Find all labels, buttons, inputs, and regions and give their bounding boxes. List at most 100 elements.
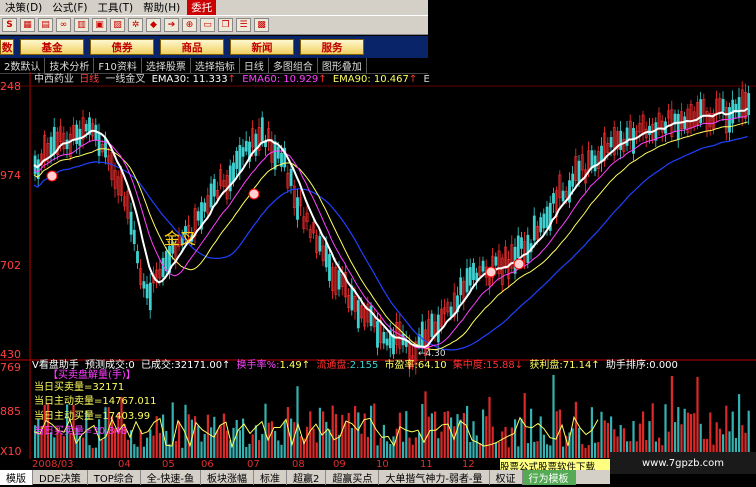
volume-bar	[482, 409, 485, 458]
price-label-3: 702	[0, 259, 21, 272]
volume-bar	[430, 413, 433, 458]
nav-news[interactable]: 新闻	[230, 39, 294, 55]
template-tab[interactable]: DDE决策	[33, 469, 88, 485]
list-icon[interactable]: ☰	[236, 18, 251, 32]
template-bar: 模版 DDE决策 TOP综合 全-快速-鱼 板块涨幅 标准 超赢2 超赢买点 大…	[0, 469, 610, 485]
kline-chart[interactable]: 中西药业 日线 一线金叉 EMA30: 11.333↑ EMA60: 10.92…	[0, 72, 756, 459]
func-daily[interactable]: 日线	[240, 58, 269, 73]
candlestick-series	[33, 81, 751, 377]
s-logo-icon[interactable]: S	[2, 18, 17, 32]
ruler-icon[interactable]: ▭	[200, 18, 215, 32]
volume-bar	[392, 436, 395, 458]
volume-bar	[59, 433, 62, 458]
volume-bar	[69, 433, 72, 458]
volume-bar	[261, 433, 264, 458]
price-label-bottom: 430	[0, 348, 21, 361]
gear-icon[interactable]: ✲	[128, 18, 143, 32]
diamond-icon[interactable]: ◆	[146, 18, 161, 32]
func-f10[interactable]: F10资料	[94, 58, 142, 73]
volume-bar	[171, 402, 174, 458]
func-select-indicator[interactable]: 选择指标	[191, 58, 240, 73]
volume-bar	[590, 407, 593, 458]
volume-bar	[62, 436, 65, 458]
zoom-icon[interactable]: ⊕	[182, 18, 197, 32]
candle	[232, 162, 235, 183]
volume-bar	[517, 446, 520, 458]
volume-bar	[146, 437, 149, 458]
time-label: 08	[292, 459, 305, 470]
window-icon[interactable]: ❐	[218, 18, 233, 32]
template-tab[interactable]: 超赢2	[287, 469, 327, 485]
nav-bond[interactable]: 债券	[90, 39, 154, 55]
volume-bar	[411, 444, 414, 458]
binoculars-icon[interactable]: ∞	[56, 18, 71, 32]
volume-bar	[181, 447, 184, 458]
volume-bar	[581, 443, 584, 458]
candle	[459, 277, 463, 296]
trade-button[interactable]: 委托	[187, 0, 217, 15]
template-tab[interactable]: 全-快速-鱼	[141, 469, 201, 485]
func-tech[interactable]: 技术分析	[45, 58, 95, 73]
arrow-icon[interactable]: ➔	[164, 18, 179, 32]
volume-bar	[312, 428, 315, 458]
nav-fund[interactable]: 基金	[20, 39, 84, 55]
volume-bar	[277, 440, 280, 458]
volume-bar	[651, 403, 654, 458]
candle	[337, 270, 341, 290]
nav-service[interactable]: 服务	[300, 39, 364, 55]
menu-help[interactable]: 帮助(H)	[138, 0, 185, 15]
grid-icon[interactable]: ▦	[20, 18, 35, 32]
candle	[449, 306, 453, 317]
volume-bar	[434, 411, 437, 458]
volume-bar	[574, 401, 577, 458]
menu-decision[interactable]: 决策(D)	[0, 0, 47, 15]
volume-bar	[443, 411, 446, 458]
time-label: 10	[376, 459, 389, 470]
candle	[212, 179, 216, 197]
func-multi[interactable]: 多图组合	[269, 58, 318, 73]
low-price-label: ←4.30	[418, 349, 446, 359]
volume-bar	[203, 433, 206, 458]
chart-icon[interactable]: ▤	[38, 18, 53, 32]
func-select-stock[interactable]: 选择股票	[142, 58, 191, 73]
candle	[561, 190, 565, 202]
template-tab[interactable]: 标准	[254, 469, 287, 485]
volume-bar	[738, 394, 741, 458]
template-tab[interactable]: 权证	[490, 469, 523, 485]
template-tab[interactable]: 超赢买点	[326, 469, 380, 485]
volume-legend-2: 当日主动卖量=14767.011	[34, 394, 156, 407]
menu-formula[interactable]: 公式(F)	[47, 0, 92, 15]
volume-bar	[245, 446, 248, 458]
volume-bar	[587, 445, 590, 458]
func-overlay[interactable]: 图形叠加	[318, 58, 367, 73]
candle	[289, 168, 293, 187]
template-tab[interactable]: 大单揩气神力-弱者-量	[379, 469, 490, 485]
panel-icon[interactable]: ▩	[254, 18, 269, 32]
candle	[136, 251, 139, 264]
indicator-label: 一线金叉	[105, 72, 145, 85]
template-tab[interactable]: 模版	[0, 469, 33, 485]
nav-commodity[interactable]: 商品	[160, 39, 224, 55]
volume-bar	[152, 435, 155, 458]
candle	[84, 123, 88, 132]
volume-bar	[558, 409, 561, 458]
volume-bar	[53, 437, 56, 458]
template-tab[interactable]: TOP综合	[88, 469, 141, 485]
volume-bar	[379, 437, 382, 458]
chart-type-icon[interactable]: ▨	[110, 18, 125, 32]
menu-tools[interactable]: 工具(T)	[93, 0, 139, 15]
template-tab[interactable]: 板块涨幅	[201, 469, 254, 485]
gold-cross-label: 金叉	[164, 229, 196, 248]
ad-banner[interactable]: 股票公式股票软件下载	[500, 459, 610, 470]
func-default[interactable]: 2数默认	[0, 58, 46, 73]
template-tab[interactable]: 行为模板	[522, 469, 576, 485]
volume-bar	[222, 413, 225, 458]
nav-quote[interactable]: 数	[0, 39, 14, 55]
tile-icon[interactable]: ▥	[74, 18, 89, 32]
volume-bar	[219, 425, 222, 458]
candle	[356, 300, 360, 329]
ema-lines	[33, 107, 749, 351]
volume-bar	[539, 416, 542, 458]
save-icon[interactable]: ▣	[92, 18, 107, 32]
candle	[318, 236, 322, 252]
